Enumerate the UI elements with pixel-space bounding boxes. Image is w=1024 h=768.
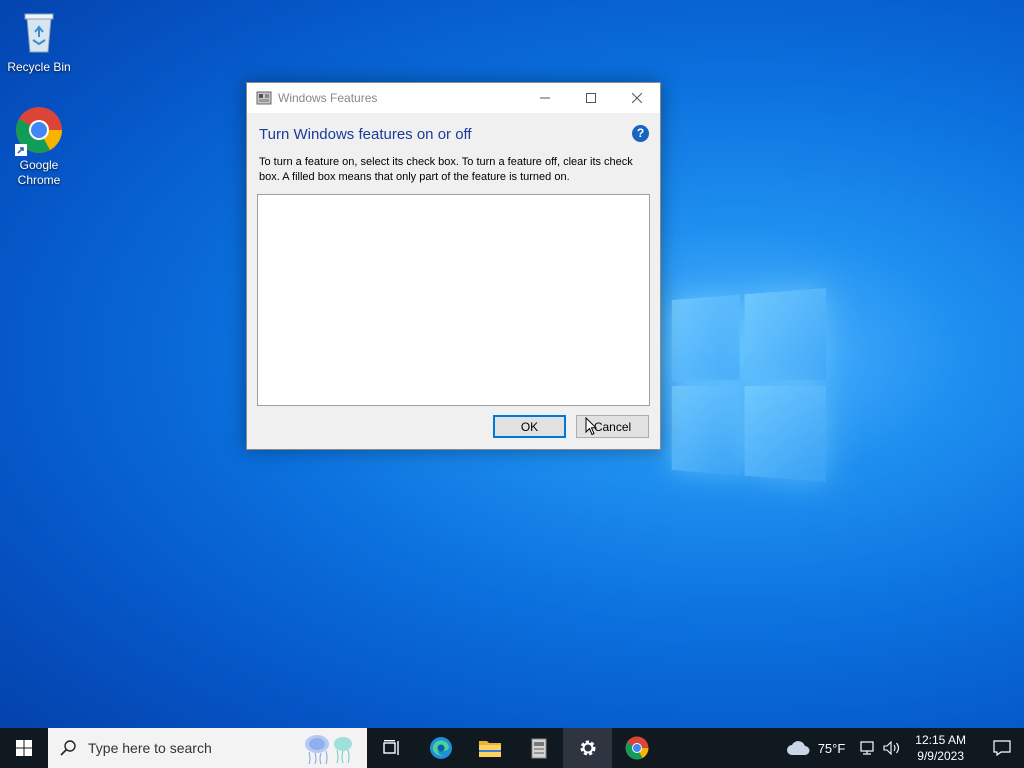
maximize-icon xyxy=(586,93,596,103)
windows-features-app-icon xyxy=(256,91,272,105)
desktop-icon-google-chrome[interactable]: Google Chrome xyxy=(2,106,76,188)
taskbar-settings[interactable] xyxy=(563,728,612,768)
cloud-icon xyxy=(786,741,810,755)
desktop-icon-recycle-bin[interactable]: Recycle Bin xyxy=(2,8,76,75)
weather-widget[interactable]: 75°F xyxy=(786,740,846,756)
taskbar-chrome[interactable] xyxy=(612,728,661,768)
network-button[interactable] xyxy=(857,728,879,768)
dialog-titlebar[interactable]: Windows Features xyxy=(247,83,660,113)
gear-icon xyxy=(580,740,595,756)
help-icon[interactable]: ? xyxy=(632,125,649,142)
folder-icon xyxy=(478,741,501,757)
windows-start-icon xyxy=(16,740,32,756)
taskbar-edge[interactable] xyxy=(416,728,465,768)
dialog-title: Windows Features xyxy=(278,91,378,105)
clock-date: 9/9/2023 xyxy=(917,749,964,763)
mouse-cursor-icon xyxy=(585,417,597,436)
search-placeholder: Type here to search xyxy=(88,740,212,756)
recycle-bin-label: Recycle Bin xyxy=(7,60,71,74)
action-center-button[interactable] xyxy=(980,728,1024,768)
windows-wallpaper-logo xyxy=(671,288,826,482)
task-view-icon xyxy=(382,740,399,755)
taskbar-search-box[interactable]: Type here to search xyxy=(48,728,367,768)
features-tree-list[interactable] xyxy=(257,194,650,406)
recycle-bin-icon xyxy=(15,8,63,56)
system-tray: 75°F 12:15 AM 9/9/2023 xyxy=(786,728,1024,768)
speaker-icon xyxy=(883,741,900,755)
taskbar-windows-features[interactable] xyxy=(514,728,563,768)
search-highlight-jellyfish-icon xyxy=(305,735,352,764)
volume-button[interactable] xyxy=(881,728,903,768)
shortcut-arrow-icon xyxy=(15,144,27,156)
chrome-icon xyxy=(15,106,63,156)
start-button[interactable] xyxy=(0,728,48,768)
clock-time: 12:15 AM xyxy=(915,733,966,747)
taskbar-file-explorer[interactable] xyxy=(465,728,514,768)
chrome-label: Google Chrome xyxy=(17,158,61,187)
close-icon xyxy=(632,93,642,103)
minimize-button[interactable] xyxy=(522,83,568,113)
close-button[interactable] xyxy=(614,83,660,113)
minimize-icon xyxy=(540,97,550,99)
edge-icon xyxy=(429,737,452,759)
network-icon xyxy=(860,741,874,755)
search-icon xyxy=(60,740,76,756)
windows-features-dialog: Windows Features Turn Windows features o… xyxy=(246,82,661,450)
notification-icon xyxy=(993,740,1011,756)
windows-features-taskbar-icon xyxy=(531,738,546,759)
taskbar-clock[interactable]: 12:15 AM 9/9/2023 xyxy=(915,732,966,764)
chrome-taskbar-icon xyxy=(625,736,648,760)
ok-button[interactable]: OK xyxy=(493,415,566,438)
taskbar: Type here to search 75°F 12:15 AM 9/9/20… xyxy=(0,728,1024,768)
dialog-heading: Turn Windows features on or off xyxy=(259,126,472,143)
task-view-button[interactable] xyxy=(367,728,416,768)
maximize-button[interactable] xyxy=(568,83,614,113)
dialog-description: To turn a feature on, select its check b… xyxy=(259,156,633,183)
weather-temperature: 75°F xyxy=(817,740,846,756)
